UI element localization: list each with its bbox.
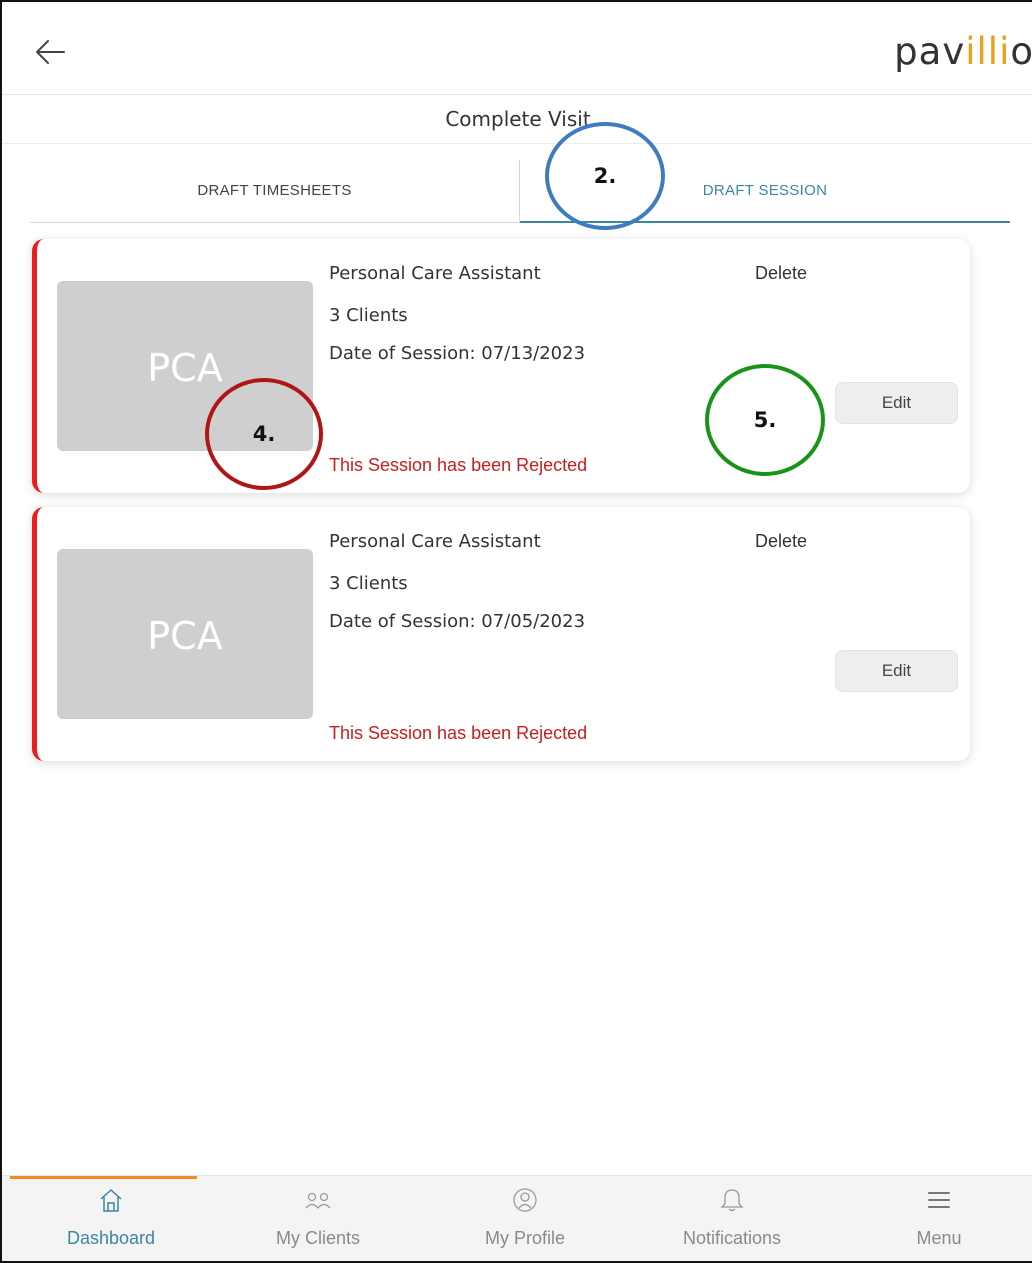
nav-label: Menu	[916, 1228, 962, 1248]
menu-icon	[928, 1192, 950, 1208]
bell-icon	[720, 1189, 744, 1212]
session-card: PCA Personal Care Assistant 3 Clients Da…	[32, 507, 970, 761]
session-title: Personal Care Assistant	[329, 263, 541, 284]
session-thumbnail: PCA	[57, 549, 313, 719]
app-frame: pavillio Complete Visit DRAFT TIMESHEETS…	[0, 0, 1032, 1263]
nav-label: My Profile	[484, 1228, 565, 1248]
page-title: Complete Visit	[2, 95, 1032, 144]
bottom-navigation: Dashboard My Clients My Profile Notifica…	[2, 1175, 1032, 1261]
nav-label: Notifications	[682, 1228, 782, 1248]
top-app-bar: pavillio	[2, 2, 1032, 95]
tab-draft-timesheets[interactable]: DRAFT TIMESHEETS	[30, 160, 520, 223]
edit-button[interactable]: Edit	[835, 382, 958, 424]
nav-my-clients[interactable]: My Clients	[215, 1176, 421, 1261]
session-date: Date of Session: 07/13/2023	[329, 343, 586, 364]
nav-notifications[interactable]: Notifications	[629, 1176, 835, 1261]
annotation-callout-2: 2.	[545, 122, 665, 230]
logo-text-accent: illi	[965, 30, 1011, 73]
nav-label: Dashboard	[66, 1228, 156, 1248]
logo-text-end: o	[1010, 30, 1032, 73]
delete-button[interactable]: Delete	[755, 531, 807, 552]
home-icon	[100, 1188, 122, 1212]
session-clients-count: 3 Clients	[329, 305, 408, 326]
session-status: This Session has been Rejected	[329, 455, 588, 475]
delete-button[interactable]: Delete	[755, 263, 807, 284]
session-clients-count: 3 Clients	[329, 573, 408, 594]
clients-icon	[305, 1192, 331, 1209]
session-status: This Session has been Rejected	[329, 723, 588, 743]
edit-button[interactable]: Edit	[835, 650, 958, 692]
annotation-callout-5: 5.	[705, 364, 825, 476]
logo-text-start: pav	[894, 30, 966, 73]
nav-menu[interactable]: Menu	[836, 1176, 1032, 1261]
session-date: Date of Session: 07/05/2023	[329, 611, 586, 632]
back-arrow-icon[interactable]	[30, 32, 70, 72]
session-title: Personal Care Assistant	[329, 531, 541, 552]
nav-dashboard[interactable]: Dashboard	[8, 1176, 214, 1261]
session-card: PCA Personal Care Assistant 3 Clients Da…	[32, 239, 970, 493]
profile-icon	[513, 1188, 537, 1212]
app-logo: pavillio	[894, 30, 1032, 73]
nav-my-profile[interactable]: My Profile	[422, 1176, 628, 1261]
nav-label: My Clients	[275, 1228, 360, 1248]
annotation-callout-4: 4.	[205, 378, 323, 490]
tab-bar: DRAFT TIMESHEETS DRAFT SESSION	[30, 160, 1010, 223]
